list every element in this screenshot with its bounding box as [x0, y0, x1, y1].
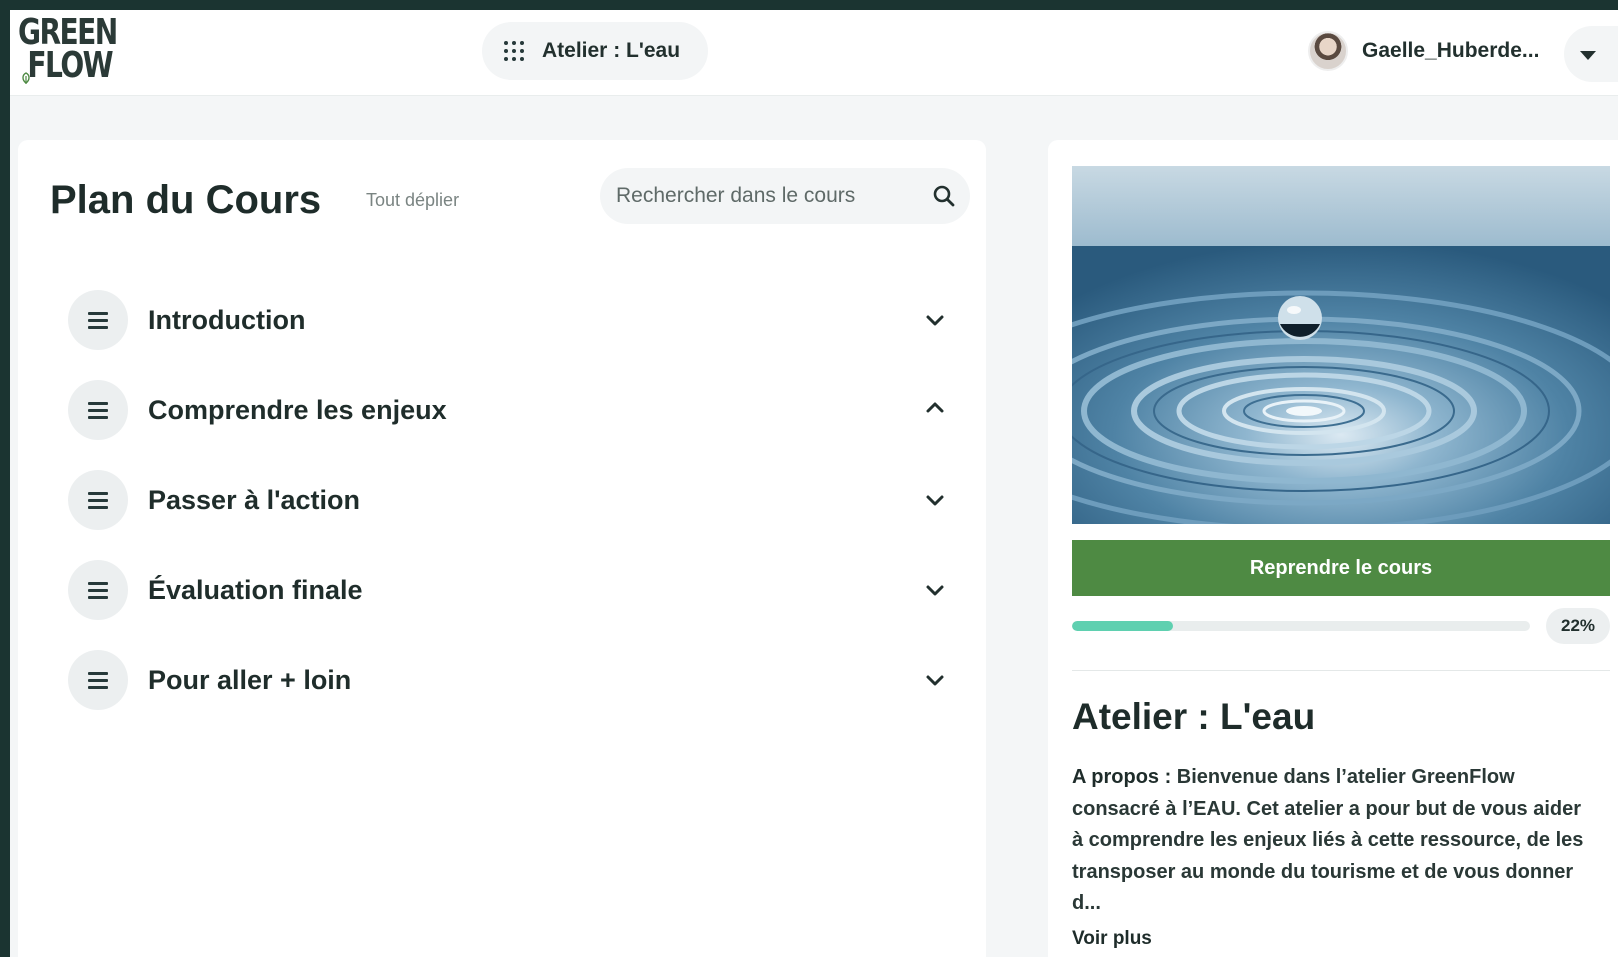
section-item[interactable]: Comprendre les enjeux — [68, 365, 948, 455]
grid-dots-icon — [502, 39, 526, 63]
course-cover-image — [1072, 166, 1610, 524]
chevron-up-icon[interactable] — [924, 397, 946, 419]
progress-fill — [1072, 621, 1173, 631]
chevron-down-icon[interactable] — [924, 309, 946, 331]
section-title: Évaluation finale — [148, 574, 363, 605]
menu-icon — [68, 650, 128, 710]
chevron-down-icon[interactable] — [924, 669, 946, 691]
see-more-link[interactable]: Voir plus — [1072, 928, 1152, 950]
menu-icon — [68, 560, 128, 620]
green-flow-logo[interactable]: GREEN FLOW — [18, 15, 128, 90]
course-search — [600, 168, 970, 224]
section-item[interactable]: Introduction — [68, 275, 948, 365]
about-label: A propos : — [1072, 766, 1172, 788]
course-info-panel: Reprendre le cours 22% Atelier : L'eau A… — [1048, 140, 1618, 957]
leaf-icon — [22, 72, 30, 84]
chevron-down-icon[interactable] — [924, 579, 946, 601]
app-frame: GREEN FLOW Atelier : L'eau Gaelle_Huberd… — [10, 10, 1618, 957]
menu-icon — [68, 380, 128, 440]
section-title: Pour aller + loin — [148, 664, 352, 695]
course-description: A propos : Bienvenue dans l’atelier Gree… — [1072, 762, 1592, 920]
resume-course-button[interactable]: Reprendre le cours — [1072, 540, 1610, 596]
expand-all-link[interactable]: Tout déplier — [366, 190, 459, 211]
user-profile[interactable]: Gaelle_Huberde... — [1308, 28, 1539, 74]
droplet-icon — [1278, 296, 1322, 340]
user-name: Gaelle_Huberde... — [1362, 39, 1540, 62]
menu-icon — [68, 290, 128, 350]
search-icon[interactable] — [932, 184, 956, 208]
progress-badge: 22% — [1546, 608, 1610, 644]
divider — [1072, 670, 1610, 671]
section-item[interactable]: Évaluation finale — [68, 545, 948, 635]
caret-down-icon — [1580, 51, 1596, 60]
section-list: Introduction Comprendre les enjeux Passe… — [68, 275, 948, 725]
section-title: Introduction — [148, 304, 306, 335]
section-title: Passer à l'action — [148, 484, 361, 515]
plan-title: Plan du Cours — [50, 178, 322, 222]
course-title: Atelier : L'eau — [1072, 696, 1316, 737]
course-switcher-label: Atelier : L'eau — [542, 39, 681, 62]
search-input[interactable] — [616, 184, 916, 208]
menu-icon — [68, 470, 128, 530]
avatar — [1308, 31, 1348, 71]
chevron-down-icon[interactable] — [924, 489, 946, 511]
section-title: Comprendre les enjeux — [148, 394, 447, 425]
about-text: Bienvenue dans l’atelier GreenFlow consa… — [1072, 766, 1584, 914]
user-menu-button[interactable] — [1564, 26, 1618, 82]
section-item[interactable]: Pour aller + loin — [68, 635, 948, 725]
course-switcher[interactable]: Atelier : L'eau — [482, 22, 708, 80]
top-bar: GREEN FLOW Atelier : L'eau Gaelle_Huberd… — [10, 10, 1618, 96]
course-plan-panel: Plan du Cours Tout déplier Introduction … — [18, 140, 986, 957]
progress-bar — [1072, 621, 1530, 631]
section-item[interactable]: Passer à l'action — [68, 455, 948, 545]
